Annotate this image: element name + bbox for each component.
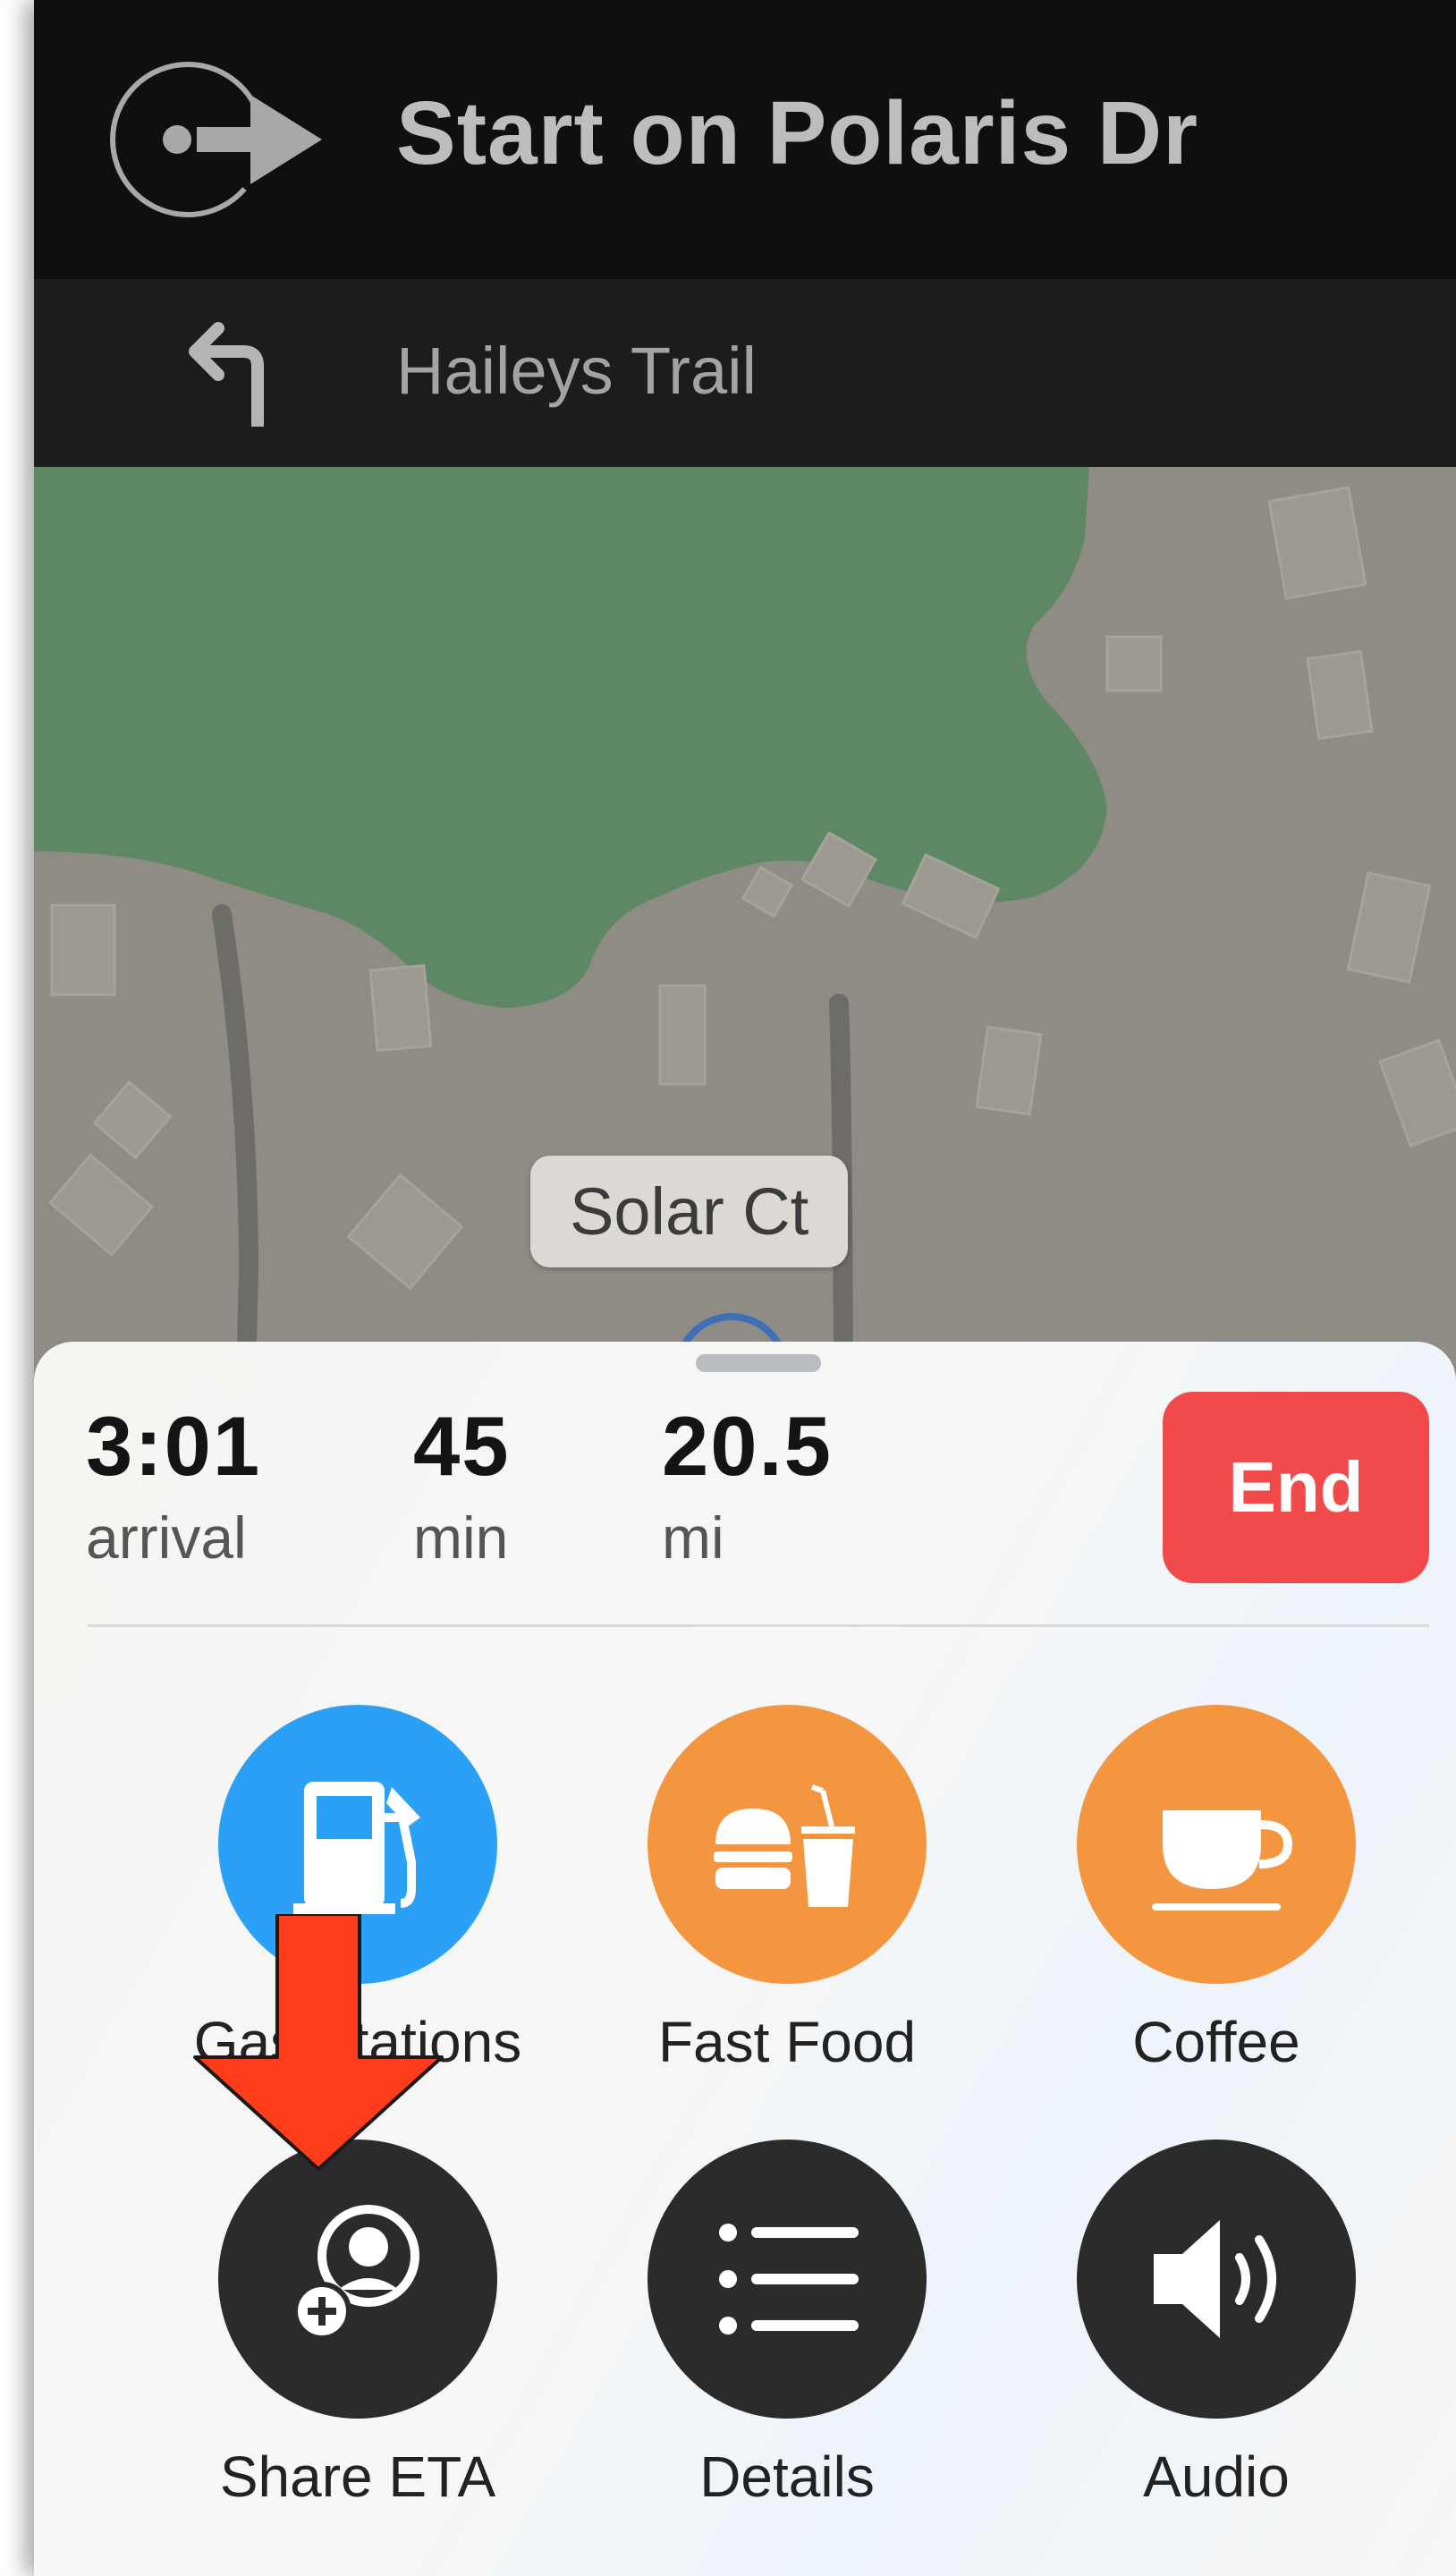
coffee-cup-icon [1152, 1810, 1293, 1911]
primary-instruction-text: Start on Polaris Dr [396, 83, 1198, 183]
audio-button[interactable]: Audio [1029, 2140, 1404, 2510]
audio-circle [1077, 2140, 1356, 2419]
sheet-divider [88, 1624, 1429, 1627]
maps-navigation-screen: Start on Polaris Dr Haileys Trail Solar … [34, 0, 1456, 2576]
gas-pump-icon [293, 1782, 420, 1914]
share-eta-label: Share ETA [219, 2445, 496, 2509]
next-maneuver-bar[interactable]: Haileys Trail [34, 279, 1456, 467]
share-person-icon [292, 2205, 419, 2341]
fast-food-circle [648, 1705, 927, 1984]
share-eta-button[interactable]: Share ETA [170, 2140, 546, 2510]
arrival-label: arrival [86, 1504, 247, 1571]
duration-stat: 45 min [413, 1399, 511, 1571]
distance-value: 20.5 [662, 1399, 833, 1493]
start-route-icon [110, 62, 322, 217]
coffee-circle [1077, 1705, 1356, 1984]
coffee-button[interactable]: Coffee [1029, 1705, 1404, 2075]
map-canvas [34, 467, 1456, 1451]
coffee-label: Coffee [1132, 2010, 1300, 2074]
fast-food-label: Fast Food [657, 2010, 917, 2074]
street-label-solar-ct[interactable]: Solar Ct [530, 1156, 849, 1267]
duration-unit: min [413, 1504, 509, 1571]
burger-drink-icon [714, 1784, 855, 1907]
sheet-grabber[interactable] [696, 1354, 821, 1372]
map-view[interactable]: Solar Ct [34, 467, 1456, 1451]
turn-left-icon [189, 322, 264, 427]
distance-unit: mi [662, 1504, 724, 1571]
speaker-icon [1154, 2220, 1276, 2338]
list-icon [719, 2224, 859, 2334]
primary-instruction-bar[interactable]: Start on Polaris Dr [34, 0, 1456, 279]
audio-label: Audio [1143, 2445, 1290, 2509]
details-circle [648, 2140, 927, 2419]
distance-stat: 20.5 mi [662, 1399, 833, 1571]
details-button[interactable]: Details [599, 2140, 975, 2510]
end-route-button[interactable]: End [1163, 1392, 1429, 1583]
arrival-time: 3:01 [86, 1399, 262, 1493]
highlight-arrow-icon [193, 1914, 444, 2171]
fast-food-button[interactable]: Fast Food [599, 1705, 975, 2075]
next-street-name: Haileys Trail [396, 334, 757, 408]
details-label: Details [699, 2445, 875, 2509]
arrival-stat: 3:01 arrival [86, 1399, 262, 1571]
duration-value: 45 [413, 1399, 511, 1493]
share-eta-circle [218, 2140, 497, 2419]
